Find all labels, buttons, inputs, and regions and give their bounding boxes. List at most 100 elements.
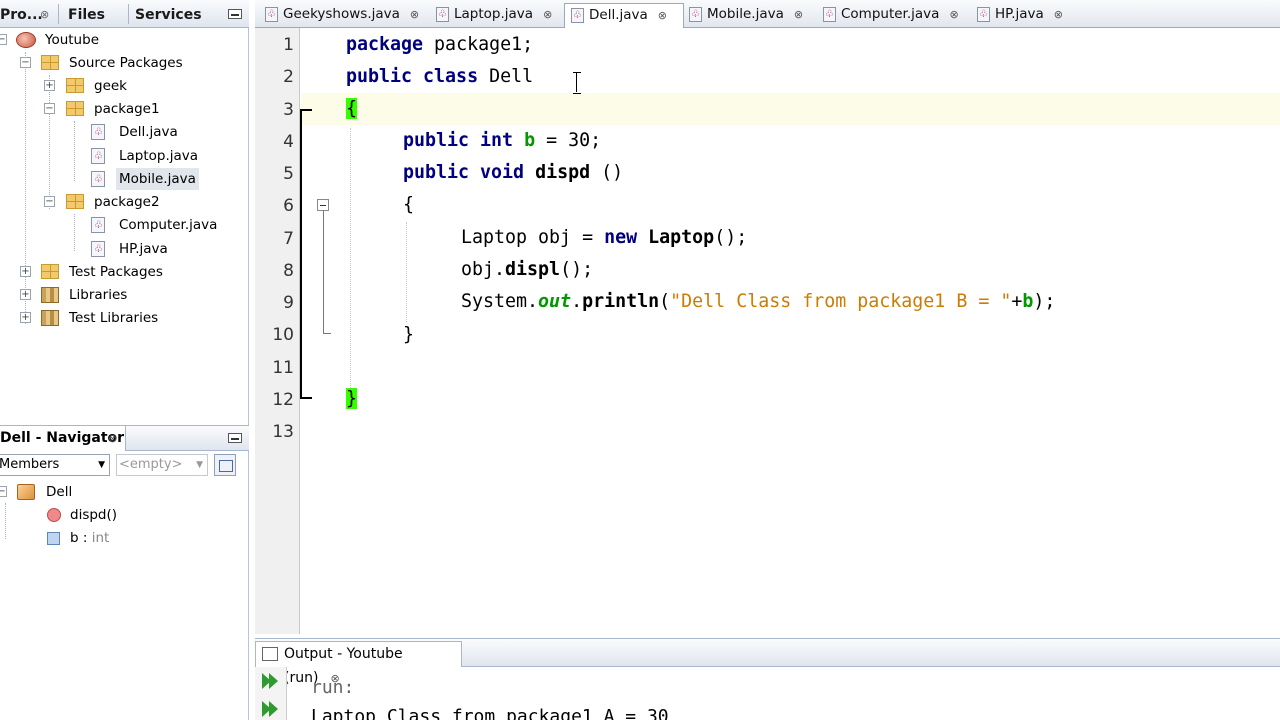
collapse-icon[interactable]: −: [44, 196, 55, 207]
tab-services[interactable]: Services: [135, 0, 202, 28]
matched-brace: {: [346, 98, 358, 119]
tab-files[interactable]: Files: [68, 0, 105, 28]
line-number: 12: [272, 390, 294, 410]
line-number: 10: [272, 325, 294, 345]
package-icon: [66, 194, 84, 209]
tree-label: Dell.java: [119, 124, 178, 140]
java-file-icon: [977, 4, 990, 26]
tab-hp-java[interactable]: HP.java ⊗: [971, 3, 1063, 28]
output-panel: Output - Youtube (run) ⊗ run: Laptop Clas…: [255, 638, 1280, 720]
fold-bar-bottom: [300, 397, 312, 399]
tab-mobile-java[interactable]: Mobile.java ⊗: [683, 3, 803, 28]
tree-label: Test Packages: [69, 264, 163, 280]
field-type: int: [91, 530, 110, 546]
method-fold-line: [323, 211, 324, 333]
tab-dell-java[interactable]: Dell.java ⊗: [564, 3, 684, 29]
method-fold-end: [323, 333, 331, 334]
minimize-window-icon[interactable]: [228, 433, 242, 443]
line-number: 3: [283, 100, 294, 120]
code-line-12[interactable]: }: [346, 383, 358, 415]
code-line-1[interactable]: package package1;: [346, 29, 533, 61]
navigator-title: Dell - Navigator: [0, 430, 125, 446]
java-file-icon: [823, 4, 836, 26]
code-line-4[interactable]: public int b = 30;: [403, 125, 601, 157]
output-line-run: run:: [311, 677, 355, 698]
code-line-8[interactable]: obj.displ();: [461, 254, 593, 286]
minimize-window-icon[interactable]: [228, 9, 242, 19]
tab-projects[interactable]: Pro...: [0, 0, 43, 28]
tab-label: HP.java: [995, 6, 1044, 22]
collapse-icon[interactable]: −: [44, 103, 55, 114]
indent-guide: [406, 222, 407, 322]
expand-icon[interactable]: +: [20, 312, 31, 323]
projects-panel: Pro... ⊗ Files Services − Youtube − Sour…: [0, 0, 249, 720]
expand-icon[interactable]: +: [20, 266, 31, 277]
tab-label: Computer.java: [841, 6, 940, 22]
java-file-icon: [571, 5, 584, 27]
code-line-2[interactable]: public class Dell: [346, 61, 533, 93]
navigator-tab[interactable]: Dell - Navigator ⊗: [0, 426, 126, 451]
filter-dropdown[interactable]: <empty> ▼: [116, 454, 208, 476]
tab-projects-close-icon[interactable]: ⊗: [40, 0, 49, 28]
rerun-icon[interactable]: [260, 671, 280, 691]
line-number: 8: [283, 261, 294, 281]
tree-label: Mobile.java: [116, 168, 199, 190]
tab-laptop-java[interactable]: Laptop.java ⊗: [430, 3, 552, 28]
tree-label: geek: [94, 78, 127, 94]
package-icon: [66, 78, 84, 93]
package-folder-icon: [41, 264, 59, 279]
tree-label: Laptop.java: [119, 148, 199, 164]
rerun-with-params-icon[interactable]: [260, 699, 280, 719]
code-line-6[interactable]: {: [403, 189, 414, 221]
members-dropdown-value: Members: [0, 457, 60, 472]
line-number: 9: [283, 293, 294, 313]
collapse-icon[interactable]: −: [0, 486, 7, 497]
chevron-down-icon: ▼: [196, 460, 203, 470]
line-number: 13: [272, 422, 294, 442]
tab-close-icon[interactable]: ⊗: [1054, 8, 1063, 21]
tab-label: Mobile.java: [707, 6, 784, 22]
library-icon: [41, 287, 59, 303]
tree-label: HP.java: [119, 241, 168, 257]
tab-label: Laptop.java: [454, 6, 534, 22]
code-line-9[interactable]: System.out.println("Dell Class from pack…: [461, 286, 1055, 318]
tab-geekyshows-java[interactable]: Geekyshows.java ⊗: [259, 3, 419, 28]
tab-computer-java[interactable]: Computer.java ⊗: [817, 3, 959, 28]
tab-close-icon[interactable]: ⊗: [949, 8, 958, 21]
expand-icon[interactable]: +: [44, 80, 55, 91]
fold-collapse-icon[interactable]: [317, 199, 329, 211]
output-toolbar: [255, 667, 287, 720]
code-line-7[interactable]: Laptop obj = new Laptop();: [461, 222, 747, 254]
navigator-close-icon[interactable]: ⊗: [108, 426, 117, 451]
library-icon: [41, 310, 59, 326]
tree-label: Youtube: [45, 32, 99, 48]
code-line-3[interactable]: {: [346, 93, 358, 125]
code-line-10[interactable]: }: [403, 319, 414, 351]
class-icon: [17, 484, 35, 500]
members-dropdown[interactable]: Members ▼: [0, 454, 110, 476]
project-icon: [16, 32, 36, 48]
tab-close-icon[interactable]: ⊗: [543, 8, 552, 21]
tab-output-youtube-run[interactable]: Output - Youtube (run) ⊗: [255, 641, 462, 686]
filter-dropdown-value: <empty>: [119, 457, 183, 472]
class-fold-bar: [300, 109, 302, 399]
chevron-down-icon: ▼: [98, 460, 105, 470]
expand-icon[interactable]: +: [20, 289, 31, 300]
tab-close-icon[interactable]: ⊗: [410, 8, 419, 21]
line-number: 11: [272, 358, 294, 378]
tab-label: Dell.java: [589, 7, 648, 23]
indent-guide: [350, 128, 351, 388]
java-file-icon: [91, 215, 105, 237]
tab-close-icon[interactable]: ⊗: [794, 8, 803, 21]
navigator-options-icon[interactable]: [214, 454, 236, 476]
method-icon: [47, 508, 61, 522]
collapse-icon[interactable]: −: [0, 34, 7, 45]
collapse-icon[interactable]: −: [20, 57, 31, 68]
code-line-5[interactable]: public void dispd (): [403, 157, 623, 189]
tab-close-icon[interactable]: ⊗: [658, 9, 667, 22]
java-file-icon: [91, 239, 105, 261]
tree-label: Libraries: [69, 287, 128, 303]
package-icon: [66, 101, 84, 116]
tree-label: package2: [94, 194, 160, 210]
java-file-icon: [91, 169, 105, 191]
